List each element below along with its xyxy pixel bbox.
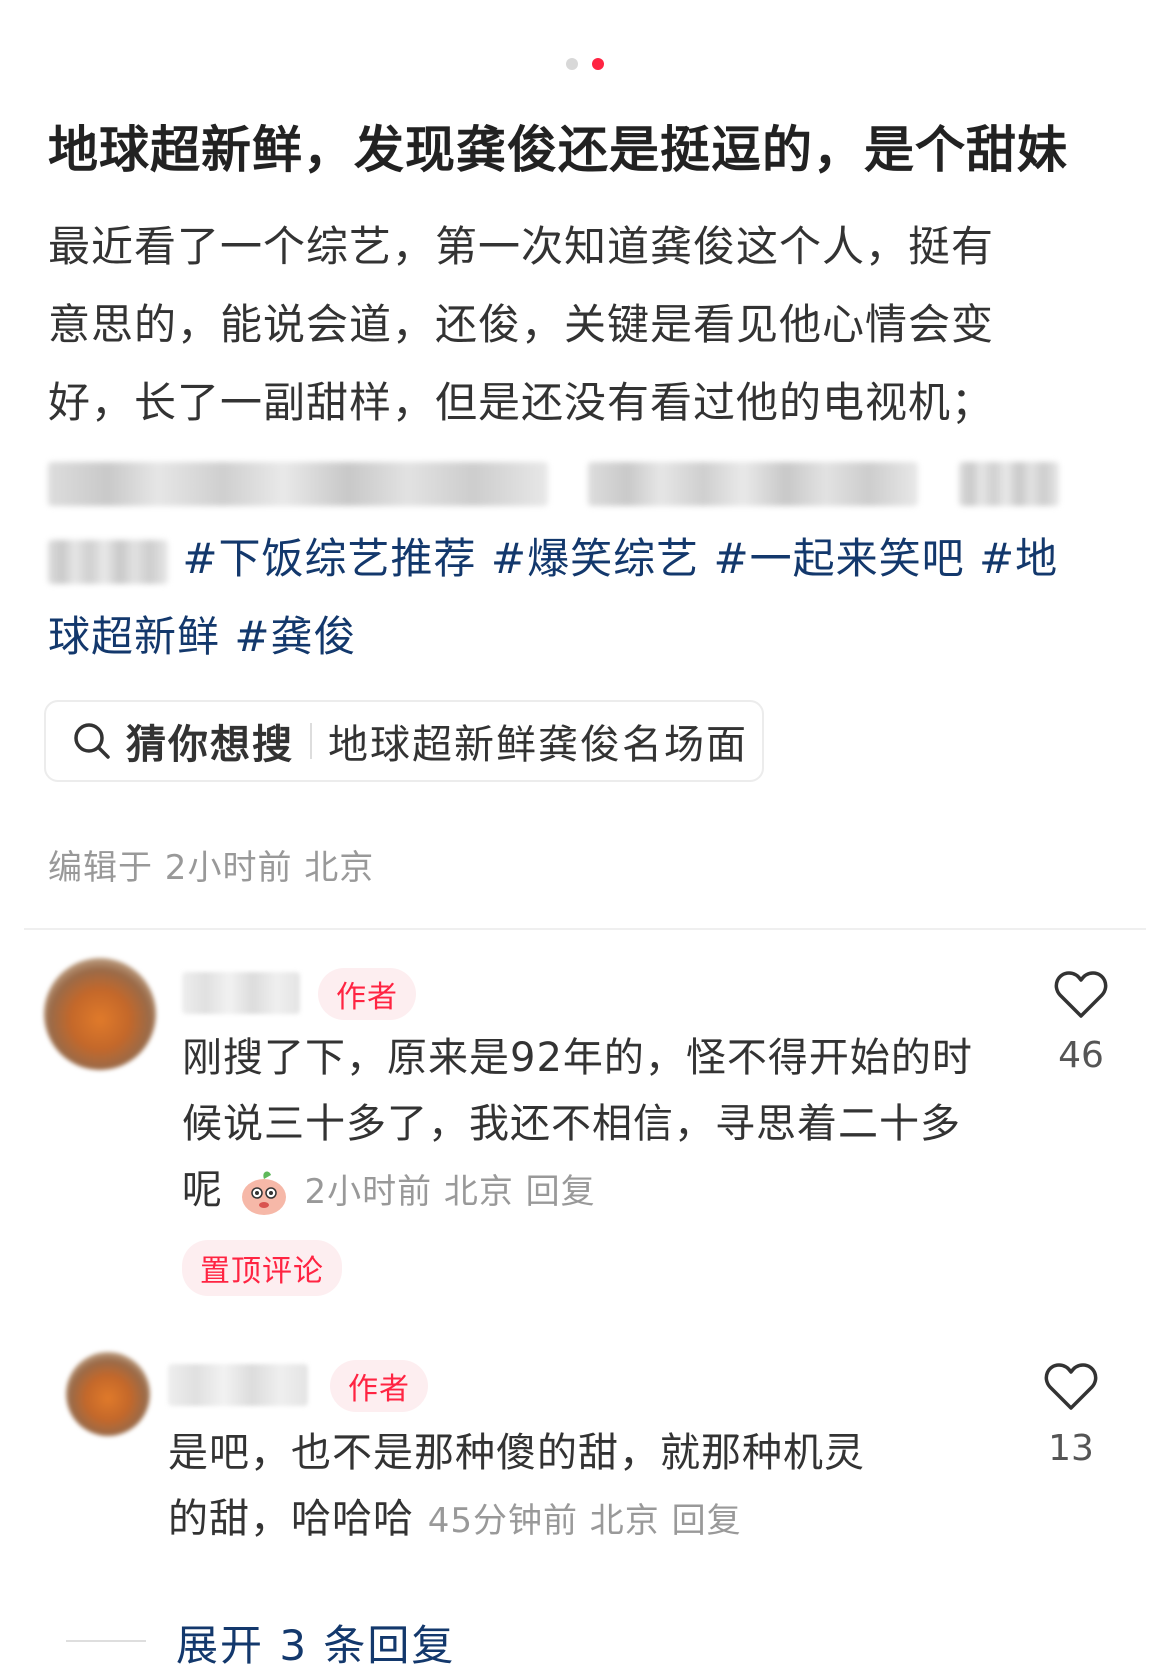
post-body-line: 最近看了一个综艺，第一次知道龚俊这个人，挺有 [48,222,995,271]
hashtag-group[interactable]: #下饭综艺推荐 #爆笑综艺 #一起来笑吧 #地 [182,534,1058,583]
pinned-comment-badge: 置顶评论 [182,1240,342,1296]
like-count: 46 [1058,1035,1104,1076]
like-heart-icon[interactable] [1044,1362,1098,1412]
expand-replies-button[interactable]: 展开 3 条回复 [176,1612,455,1673]
avatar[interactable] [66,1352,150,1436]
redacted-text [48,461,548,506]
comment-text[interactable]: 刚搜了下，原来是92年的，怪不得开始的时 候说三十多了，我还不相信，寻思着二十多… [182,1025,982,1225]
search-suggestion[interactable]: 猜你想搜 地球超新鲜龚俊名场面 [44,700,764,782]
post-edit-meta: 编辑于 2小时前 北京 [48,848,375,888]
comment-text-line: 呢 2小时前 北京 回复 [182,1157,982,1225]
post-body-line: 意思的，能说会道，还俊，关键是看见他心情会变 [48,300,995,349]
comment-text-line: 刚搜了下，原来是92年的，怪不得开始的时 [182,1035,973,1081]
peach-emoji-icon [241,1171,286,1215]
comment-text-line: 是吧，也不是那种傻的甜，就那种机灵 [168,1430,865,1476]
comment-meta[interactable]: 2小时前 北京 回复 [304,1172,595,1212]
post-body: 最近看了一个综艺，第一次知道龚俊这个人，挺有 意思的，能说会道，还俊，关键是看见… [48,208,1113,676]
search-suggestion-prefix: 猜你想搜 [126,722,294,768]
username-redacted[interactable] [168,1364,308,1406]
comment-text-end: 呢 [182,1167,223,1213]
search-suggestion-query: 地球超新鲜龚俊名场面 [328,722,748,768]
tags-line: #下饭综艺推荐 #爆笑综艺 #一起来笑吧 #地 [48,520,1113,598]
post-body-line: 好，长了一副甜样，但是还没有看过他的电视机； [48,378,995,427]
like-count: 13 [1048,1428,1094,1469]
author-badge: 作者 [318,968,416,1020]
redacted-text-line [48,442,1113,520]
post-title: 地球超新鲜，发现龚俊还是挺逗的，是个甜妹 [48,121,1068,179]
pager-dot-2-active[interactable] [592,58,604,70]
pager-dot-1[interactable] [566,58,578,70]
comment-text[interactable]: 是吧，也不是那种傻的甜，就那种机灵 的甜，哈哈哈 45分钟前 北京 回复 [168,1420,988,1554]
comment-text-line: 候说三十多了，我还不相信，寻思着二十多 [182,1101,961,1147]
redacted-text [48,539,168,584]
comment-text-line: 的甜，哈哈哈 45分钟前 北京 回复 [168,1486,988,1554]
author-badge: 作者 [330,1360,428,1412]
comment-meta[interactable]: 45分钟前 北京 回复 [428,1501,742,1541]
divider [310,723,312,759]
avatar[interactable] [44,958,156,1070]
username-redacted[interactable] [182,972,300,1014]
comment-text-end: 的甜，哈哈哈 [168,1496,414,1542]
hashtag-group[interactable]: 球超新鲜 #龚俊 [48,598,1113,676]
search-icon [74,723,110,759]
image-pager-dots [0,58,1170,70]
redacted-text [588,461,919,506]
like-heart-icon[interactable] [1054,970,1108,1020]
divider [24,928,1146,930]
redacted-text [958,461,1059,506]
divider [66,1640,146,1642]
